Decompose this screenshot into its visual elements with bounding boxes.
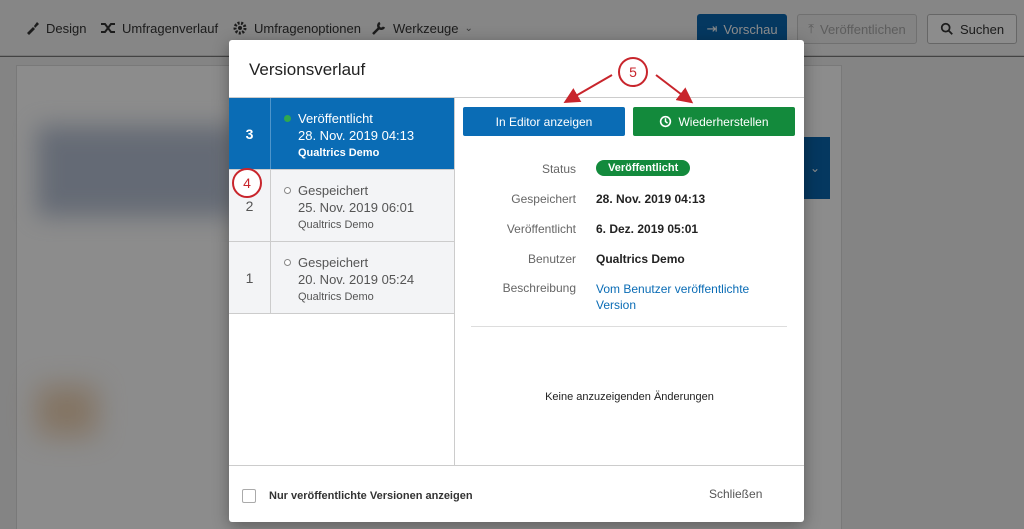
version-list: 3 Veröffentlicht 28. Nov. 2019 04:13 Qua… xyxy=(229,98,455,466)
version-status: Gespeichert xyxy=(298,255,369,270)
user-value: Qualtrics Demo xyxy=(596,252,685,266)
version-user: Qualtrics Demo xyxy=(298,219,374,231)
divider xyxy=(471,326,787,327)
version-date: 25. Nov. 2019 06:01 xyxy=(298,200,415,215)
status-badge: Veröffentlicht xyxy=(596,160,691,176)
saved-label: Gespeichert xyxy=(511,192,576,206)
published-only-label[interactable]: Nur veröffentlichte Versionen anzeigen xyxy=(269,490,473,502)
description-label: Beschreibung xyxy=(502,281,576,295)
dialog-title: Versionsverlauf xyxy=(249,60,366,79)
dialog-body: 3 Veröffentlicht 28. Nov. 2019 04:13 Qua… xyxy=(229,97,804,466)
published-label: Veröffentlicht xyxy=(506,222,576,236)
saved-value: 28. Nov. 2019 04:13 xyxy=(596,192,706,206)
status-label: Status xyxy=(541,162,576,176)
version-user: Qualtrics Demo xyxy=(298,147,380,159)
annotation-marker-5: 5 xyxy=(618,57,648,87)
version-item-3[interactable]: 3 Veröffentlicht 28. Nov. 2019 04:13 Qua… xyxy=(229,98,454,170)
version-number: 1 xyxy=(229,242,271,313)
view-in-editor-button[interactable]: In Editor anzeigen xyxy=(463,107,625,136)
published-dot-icon xyxy=(284,115,291,122)
version-date: 28. Nov. 2019 04:13 xyxy=(298,128,415,143)
version-history-dialog: Versionsverlauf 3 Veröffentlicht 28. Nov… xyxy=(229,40,804,522)
restore-button[interactable]: Wiederherstellen xyxy=(633,107,795,136)
published-only-checkbox[interactable] xyxy=(242,489,256,503)
version-item-1[interactable]: 1 Gespeichert 20. Nov. 2019 05:24 Qualtr… xyxy=(229,242,454,314)
close-button[interactable]: Schließen xyxy=(709,487,762,501)
saved-dot-icon xyxy=(284,259,291,266)
published-value: 6. Dez. 2019 05:01 xyxy=(596,222,699,236)
no-changes-text: Keine anzuzeigenden Änderungen xyxy=(545,391,714,403)
version-item-2[interactable]: 2 Gespeichert 25. Nov. 2019 06:01 Qualtr… xyxy=(229,170,454,242)
dialog-footer: Nur veröffentlichte Versionen anzeigen S… xyxy=(229,467,804,522)
version-status: Veröffentlicht xyxy=(298,111,373,126)
clock-icon xyxy=(660,115,672,128)
user-label: Benutzer xyxy=(527,252,576,266)
description-link[interactable]: Vom Benutzer veröffentlichte Version xyxy=(596,281,786,313)
version-details: In Editor anzeigen Wiederherstellen Stat… xyxy=(455,98,804,466)
version-date: 20. Nov. 2019 05:24 xyxy=(298,272,415,287)
saved-dot-icon xyxy=(284,187,291,194)
version-user: Qualtrics Demo xyxy=(298,291,374,303)
version-number: 3 xyxy=(229,98,271,169)
version-status: Gespeichert xyxy=(298,183,369,198)
annotation-marker-4: 4 xyxy=(232,168,262,198)
status-value: Veröffentlicht xyxy=(596,160,691,176)
